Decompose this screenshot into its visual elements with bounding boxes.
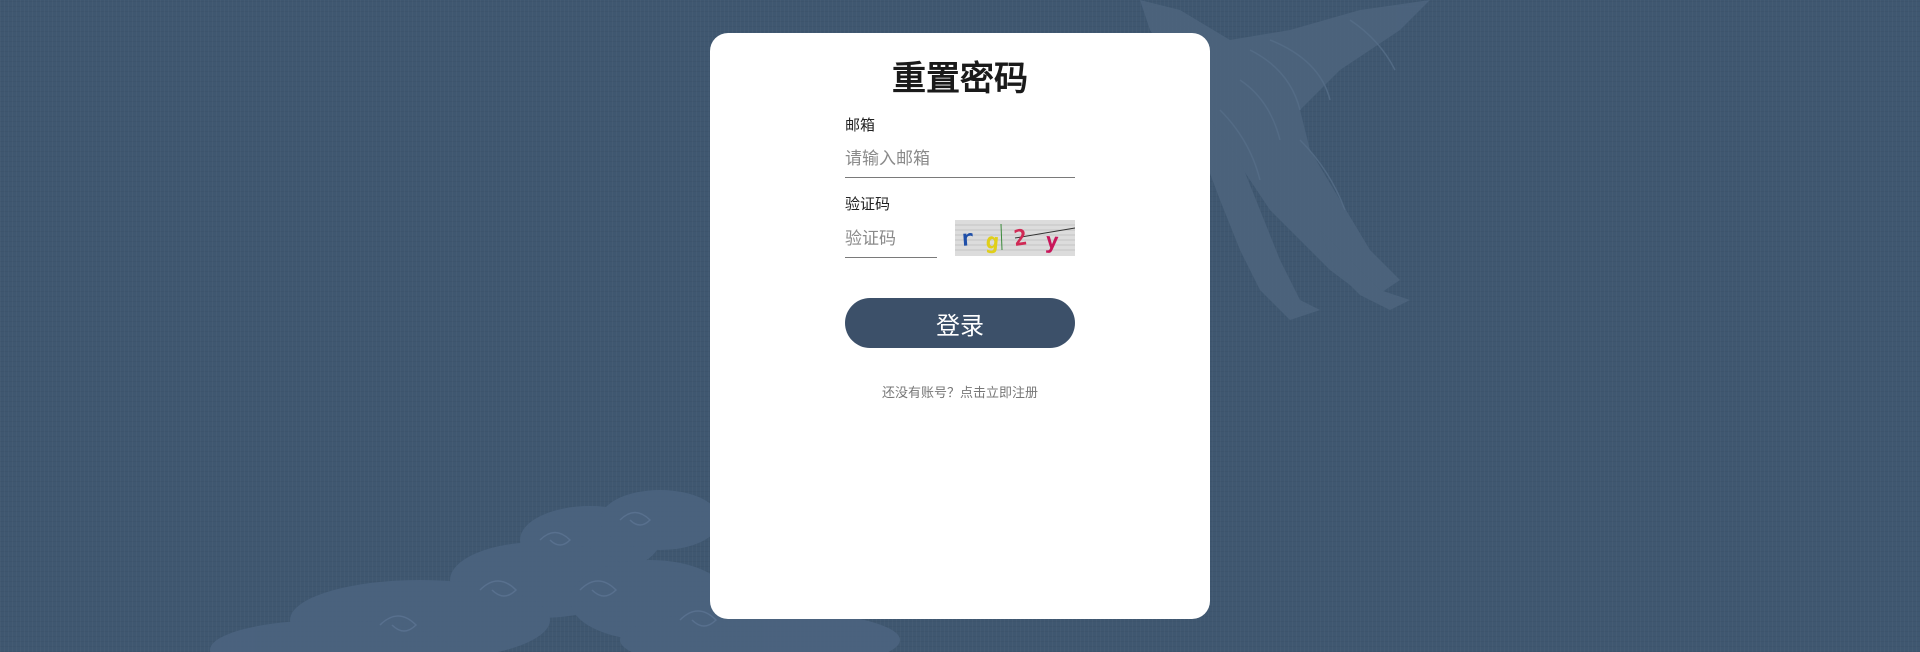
email-input[interactable] bbox=[845, 141, 1075, 178]
reset-password-form: 邮箱 验证码 rg2y 登录 还没有账号？点击立即注册 bbox=[845, 115, 1075, 401]
page-title: 重置密码 bbox=[892, 59, 1028, 99]
captcha-char: g bbox=[984, 229, 1000, 255]
captcha-image[interactable]: rg2y bbox=[955, 220, 1075, 256]
login-button[interactable]: 登录 bbox=[845, 298, 1075, 348]
captcha-row: rg2y bbox=[845, 220, 1075, 258]
register-link[interactable]: 还没有账号？点击立即注册 bbox=[845, 382, 1075, 401]
captcha-char: r bbox=[960, 226, 975, 252]
email-label: 邮箱 bbox=[845, 116, 876, 134]
reset-password-card: 重置密码 邮箱 验证码 rg2y 登录 还没 bbox=[710, 33, 1210, 619]
captcha-input[interactable] bbox=[845, 221, 937, 258]
captcha-char: y bbox=[1045, 229, 1060, 255]
captcha-label: 验证码 bbox=[845, 195, 891, 213]
